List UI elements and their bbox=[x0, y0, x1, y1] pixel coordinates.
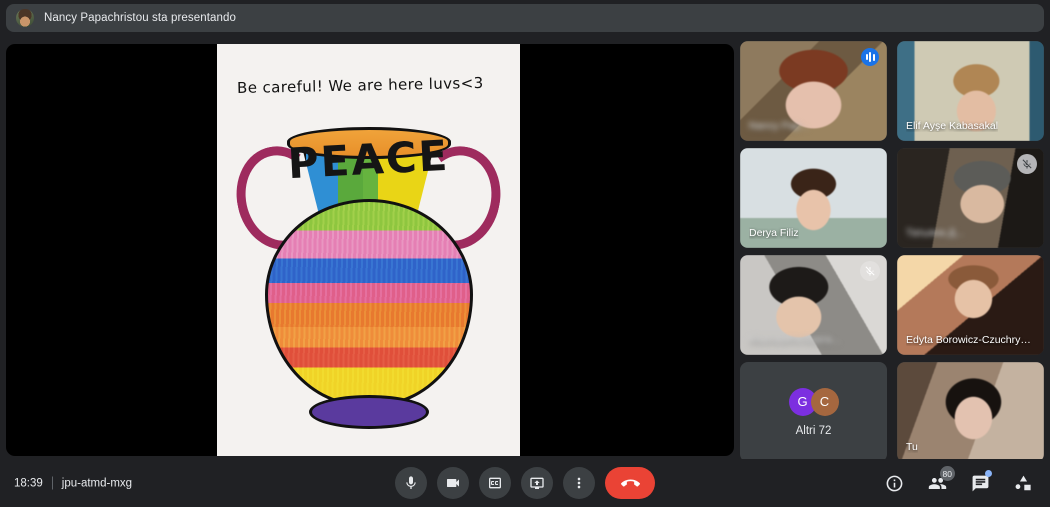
presenting-banner-text: Nancy Papachristou sta presentando bbox=[44, 12, 236, 24]
participant-name: Маргарита Бурга... bbox=[749, 334, 840, 346]
artwork-caption: Be careful! We are here luvs<3 bbox=[236, 73, 484, 98]
info-icon bbox=[886, 475, 902, 491]
show-everyone-button[interactable]: 80 bbox=[924, 466, 955, 496]
participant-tile-derya[interactable]: Derya Filiz bbox=[740, 148, 887, 248]
present-screen-button[interactable] bbox=[521, 467, 553, 499]
chat-unread-dot bbox=[985, 470, 992, 477]
overflow-label: Altri 72 bbox=[795, 424, 832, 437]
meeting-info-button[interactable] bbox=[881, 470, 907, 496]
mic-off-icon bbox=[1017, 154, 1037, 174]
presenting-banner: Nancy Papachristou sta presentando bbox=[6, 4, 1044, 32]
video-camera-icon bbox=[447, 479, 459, 487]
more-vertical-icon bbox=[577, 477, 581, 489]
participant-tile-margarita[interactable]: Маргарита Бурга... bbox=[740, 255, 887, 355]
meta-divider bbox=[51, 476, 53, 490]
call-controls bbox=[395, 467, 655, 499]
activities-button[interactable] bbox=[1010, 470, 1036, 496]
end-call-icon bbox=[620, 479, 640, 487]
bottom-bar: 18:39 jpu-atmd-mxg 80 bbox=[0, 459, 1050, 507]
participant-count-badge: 80 bbox=[939, 466, 955, 481]
activities-icon bbox=[1015, 475, 1031, 490]
participant-grid: Nancy Pap... Elif Ayşe Kabasakal Derya F… bbox=[740, 41, 1044, 462]
end-call-button[interactable] bbox=[605, 467, 655, 499]
video-feed bbox=[897, 362, 1044, 462]
participant-name: Derya Filiz bbox=[749, 227, 799, 239]
participant-tile-tatyana[interactable]: Татьяна Д... bbox=[897, 148, 1044, 248]
participant-tile-elif[interactable]: Elif Ayşe Kabasakal bbox=[897, 41, 1044, 141]
overflow-avatars: G C bbox=[788, 387, 839, 416]
mic-off-icon bbox=[860, 261, 880, 281]
shared-artwork: Be careful! We are here luvs<3 PEACE bbox=[217, 44, 520, 456]
audio-level-icon bbox=[861, 48, 879, 66]
vase-texture bbox=[268, 202, 470, 404]
camera-button[interactable] bbox=[437, 467, 469, 499]
participant-name: Tu bbox=[906, 441, 918, 453]
microphone-button[interactable] bbox=[395, 467, 427, 499]
presenter-avatar-icon bbox=[16, 9, 34, 27]
vase-body bbox=[265, 199, 473, 407]
present-screen-icon bbox=[530, 477, 544, 489]
participant-name: Nancy Pap... bbox=[749, 120, 810, 132]
captions-button[interactable] bbox=[479, 467, 511, 499]
vase-drawing: PEACE bbox=[217, 99, 520, 449]
meet-window: Nancy Papachristou sta presentando Be ca… bbox=[0, 0, 1050, 507]
clock: 18:39 bbox=[14, 477, 43, 489]
more-options-button[interactable] bbox=[563, 467, 595, 499]
meeting-meta: 18:39 jpu-atmd-mxg bbox=[14, 476, 133, 490]
vase-foot bbox=[309, 395, 429, 429]
participant-tile-overflow[interactable]: G C Altri 72 bbox=[740, 362, 887, 462]
avatar-initial-c: C bbox=[810, 387, 839, 416]
participant-name: Elif Ayşe Kabasakal bbox=[906, 120, 999, 132]
participant-name: Edyta Borowicz-Czuchry… bbox=[906, 334, 1031, 346]
participant-name: Татьяна Д... bbox=[906, 227, 964, 239]
right-actions: 80 bbox=[881, 466, 1036, 496]
chat-button[interactable] bbox=[967, 470, 993, 496]
participant-tile-edyta[interactable]: Edyta Borowicz-Czuchry… bbox=[897, 255, 1044, 355]
meeting-code: jpu-atmd-mxg bbox=[61, 477, 133, 489]
closed-captions-icon bbox=[489, 477, 501, 489]
presentation-stage[interactable]: Be careful! We are here luvs<3 PEACE bbox=[6, 44, 734, 456]
microphone-icon bbox=[406, 476, 416, 489]
participant-tile-nancy[interactable]: Nancy Pap... bbox=[740, 41, 887, 141]
participant-tile-self[interactable]: Tu bbox=[897, 362, 1044, 462]
